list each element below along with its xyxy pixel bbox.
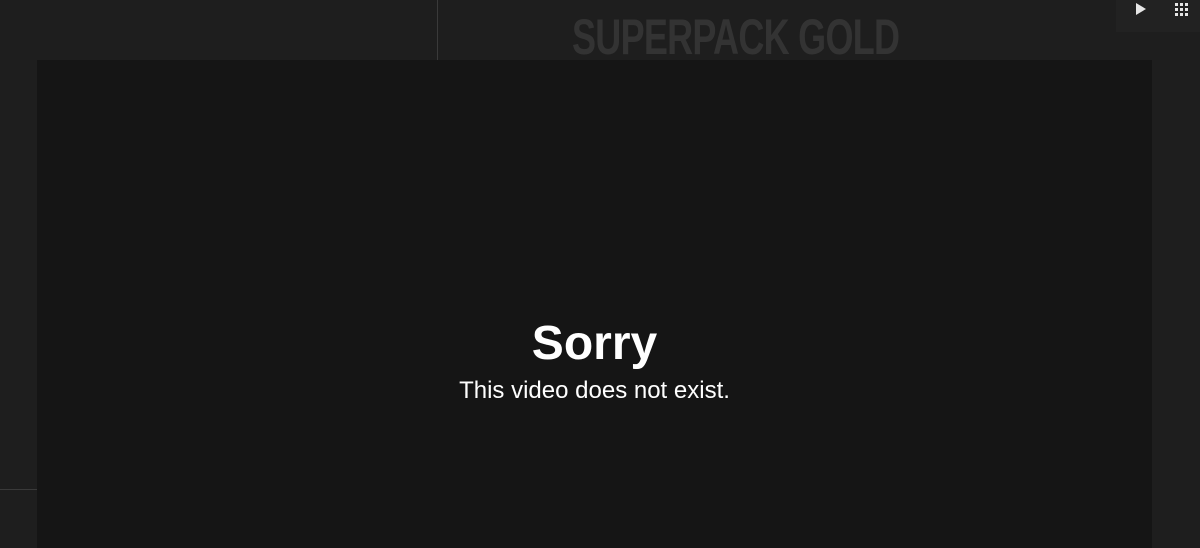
error-title: Sorry [531,317,658,370]
video-error-overlay: Sorry This video does not exist. [37,60,1152,548]
background-divider [437,0,438,60]
play-button[interactable] [1124,0,1158,18]
page: SUPERPACK GOLD Sorry This video does not… [0,0,1200,548]
grid-icon [1174,2,1188,16]
background-divider [0,489,37,490]
player-controls [1116,0,1200,32]
error-message: This video does not exist. [459,377,730,404]
play-icon [1136,3,1146,15]
grid-button[interactable] [1164,0,1198,18]
